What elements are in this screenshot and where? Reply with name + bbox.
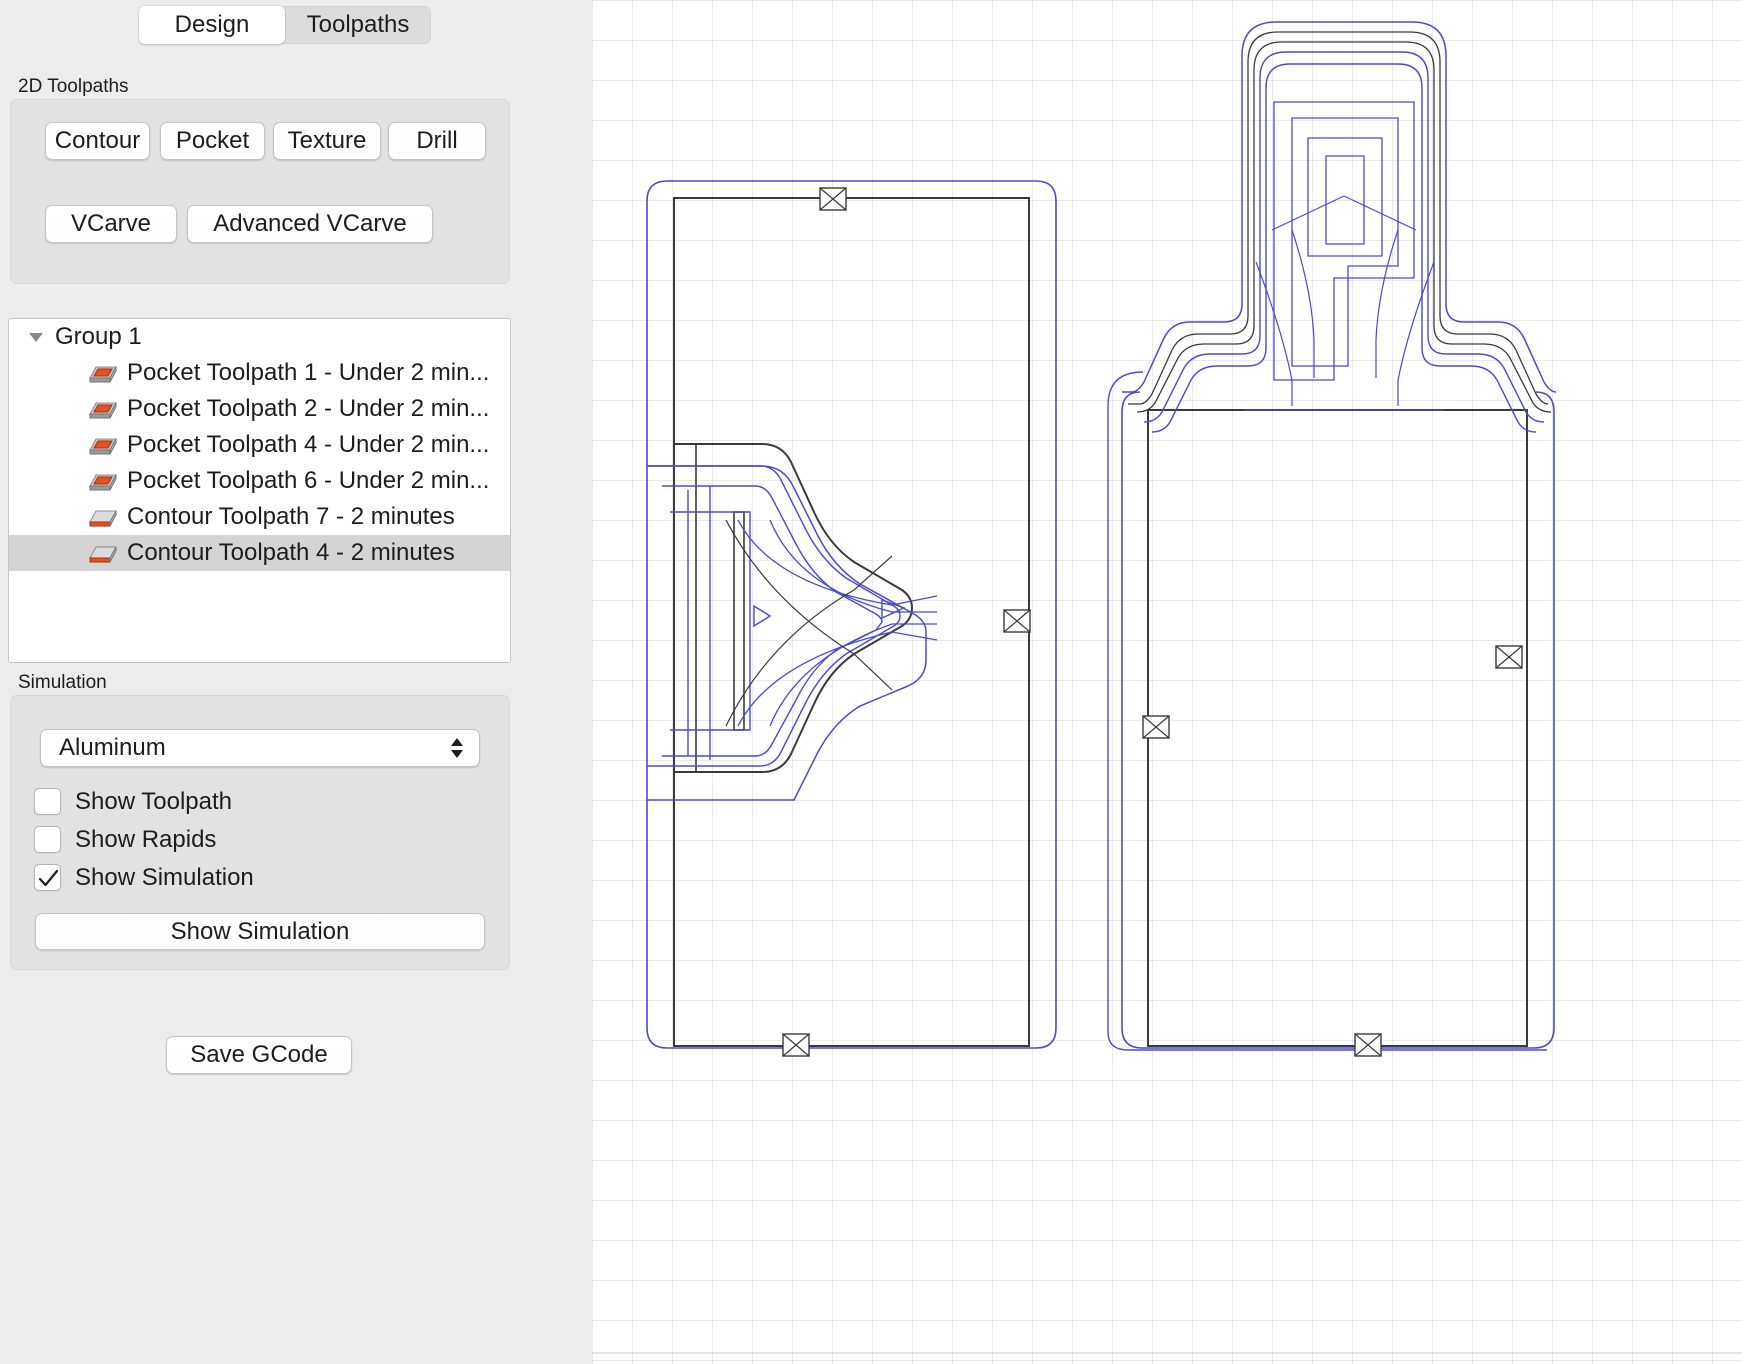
- view-tabbar: Design Toolpaths: [139, 6, 431, 44]
- list-item[interactable]: Pocket Toolpath 4 - Under 2 min...: [9, 427, 510, 463]
- simulation-section-label: Simulation: [18, 672, 107, 693]
- left-sidebar: Design Toolpaths 2D Toolpaths Contour Po…: [0, 0, 592, 1364]
- material-select[interactable]: Aluminum: [40, 729, 480, 767]
- show-toolpath-checkbox[interactable]: [34, 788, 61, 815]
- toolpath-group-label: Group 1: [55, 323, 142, 350]
- contour-toolpath-icon: [87, 504, 117, 530]
- show-rapids-checkbox-row[interactable]: Show Rapids: [34, 826, 216, 853]
- vcarve-button[interactable]: VCarve: [45, 205, 177, 243]
- toolpath-group-row[interactable]: Group 1: [9, 319, 510, 355]
- app-window: Design Toolpaths 2D Toolpaths Contour Po…: [0, 0, 1750, 1364]
- show-rapids-checkbox[interactable]: [34, 826, 61, 853]
- pocket-toolpath-icon: [87, 360, 117, 386]
- list-item[interactable]: Pocket Toolpath 2 - Under 2 min...: [9, 391, 510, 427]
- contour-button[interactable]: Contour: [45, 122, 150, 160]
- list-item-label: Pocket Toolpath 1 - Under 2 min...: [127, 359, 490, 386]
- list-item-label: Contour Toolpath 4 - 2 minutes: [127, 539, 455, 566]
- show-simulation-checkbox[interactable]: [34, 864, 61, 891]
- save-gcode-button[interactable]: Save GCode: [166, 1036, 352, 1074]
- pocket-toolpath-icon: [87, 468, 117, 494]
- design-canvas[interactable]: [592, 0, 1742, 1364]
- list-item[interactable]: Pocket Toolpath 6 - Under 2 min...: [9, 463, 510, 499]
- list-item-label: Pocket Toolpath 4 - Under 2 min...: [127, 431, 490, 458]
- tab-design[interactable]: Design: [139, 6, 285, 44]
- tab-toolpaths[interactable]: Toolpaths: [285, 6, 431, 44]
- list-item-label: Pocket Toolpath 6 - Under 2 min...: [127, 467, 490, 494]
- chevron-down-icon[interactable]: [25, 326, 47, 348]
- toolpaths-section-label: 2D Toolpaths: [18, 76, 129, 97]
- advanced-vcarve-button[interactable]: Advanced VCarve: [187, 205, 433, 243]
- toolpath-list[interactable]: Group 1 Pocket Toolpath 1 - Under 2 min.…: [8, 318, 511, 663]
- show-toolpath-label: Show Toolpath: [75, 787, 233, 815]
- pocket-toolpath-icon: [87, 432, 117, 458]
- show-toolpath-checkbox-row[interactable]: Show Toolpath: [34, 788, 232, 815]
- list-item-label: Pocket Toolpath 2 - Under 2 min...: [127, 395, 490, 422]
- show-rapids-label: Show Rapids: [75, 825, 217, 853]
- list-item[interactable]: Contour Toolpath 4 - 2 minutes: [9, 535, 510, 571]
- contour-toolpath-icon: [87, 540, 117, 566]
- list-item-label: Contour Toolpath 7 - 2 minutes: [127, 503, 455, 530]
- show-simulation-checkbox-row[interactable]: Show Simulation: [34, 864, 254, 891]
- list-item[interactable]: Contour Toolpath 7 - 2 minutes: [9, 499, 510, 535]
- toolpath-viewport[interactable]: [592, 0, 1742, 1364]
- pocket-button[interactable]: Pocket: [160, 122, 265, 160]
- texture-button[interactable]: Texture: [273, 122, 381, 160]
- list-item[interactable]: Pocket Toolpath 1 - Under 2 min...: [9, 355, 510, 391]
- canvas-grid: [592, 0, 1742, 1364]
- chevron-up-down-icon: [449, 734, 465, 762]
- show-simulation-label: Show Simulation: [75, 863, 254, 891]
- material-select-value: Aluminum: [59, 734, 166, 761]
- pocket-toolpath-icon: [87, 396, 117, 422]
- show-simulation-button[interactable]: Show Simulation: [35, 913, 485, 950]
- drill-button[interactable]: Drill: [388, 122, 486, 160]
